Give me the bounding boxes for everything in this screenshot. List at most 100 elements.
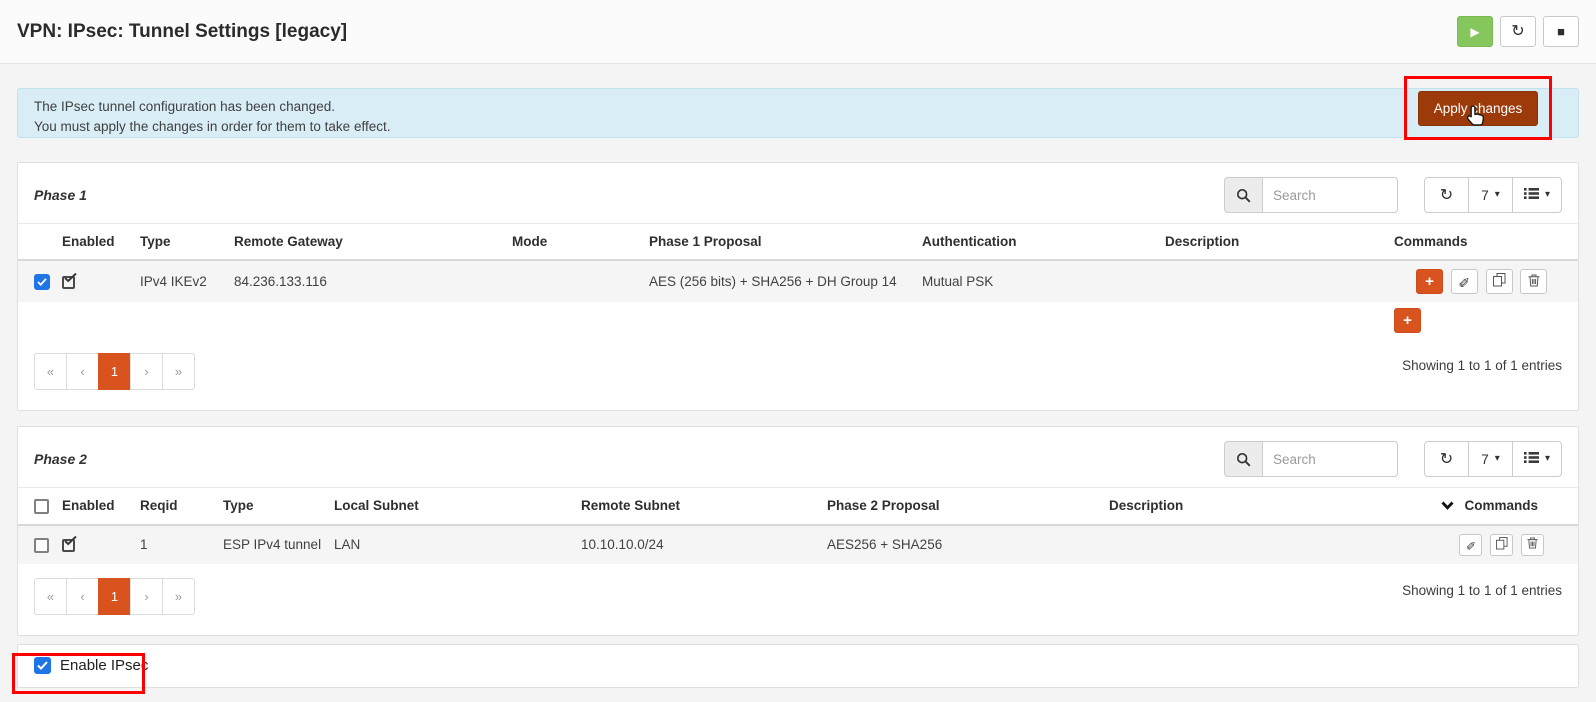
column-header-commands: Commands (1394, 223, 1578, 261)
page-size-value: 7 (1481, 187, 1489, 203)
phase1-table-controls: ↻ 7 ▾ ▾ (1423, 177, 1562, 213)
restart-icon: ↻ (1511, 22, 1525, 40)
phase1-columns-dropdown[interactable]: ▾ (1511, 177, 1562, 213)
phase2-panel: Phase 2 ↻ 7 ▾ (17, 426, 1579, 636)
phase2-page-1-button[interactable]: 1 (98, 577, 131, 615)
column-header-description: Description (1109, 487, 1431, 526)
column-header-type: Type (140, 223, 234, 261)
copy-icon (1492, 273, 1506, 290)
phase2-table: Enabled Reqid Type Local Subnet Remote S… (18, 487, 1578, 564)
column-header-phase1-proposal: Phase 1 Proposal (649, 223, 922, 261)
phase2-clone-button[interactable] (1490, 533, 1514, 556)
phase2-next-page-button[interactable]: › (130, 577, 163, 615)
refresh-icon: ↻ (1439, 187, 1454, 204)
phase2-table-row: 1 ESP IPv4 tunnel LAN 10.10.10.0/24 AES2… (18, 524, 1578, 564)
phase2-columns-dropdown[interactable]: ▾ (1511, 441, 1562, 477)
phase1-next-page-button[interactable]: › (130, 353, 163, 390)
phase2-cell-proposal: AES256 + SHA256 (827, 524, 1109, 564)
phase1-title: Phase 1 (34, 187, 87, 203)
phase1-cell-type: IPv4 IKEv2 (140, 260, 234, 302)
start-service-button[interactable]: ▶ (1457, 16, 1493, 47)
phase1-showing-entries: Showing 1 to 1 of 1 entries (1402, 358, 1562, 373)
column-header-authentication: Authentication (922, 223, 1165, 261)
phase2-title: Phase 2 (34, 451, 87, 467)
trash-icon (1527, 537, 1538, 552)
add-phase1-button[interactable]: + (1394, 308, 1421, 333)
phase2-edit-button[interactable]: ✎ (1459, 533, 1483, 556)
phase1-page-1-button[interactable]: 1 (98, 353, 131, 390)
page-size-value: 7 (1481, 451, 1489, 467)
column-header-enabled: Enabled (62, 487, 140, 526)
phase1-cell-remote-gateway: 84.236.133.116 (234, 260, 512, 302)
column-header-reqid: Reqid (140, 487, 223, 526)
phase1-last-page-button[interactable]: » (162, 353, 195, 390)
phase2-cell-reqid: 1 (140, 524, 223, 564)
phase1-table-row: IPv4 IKEv2 84.236.133.116 AES (256 bits)… (18, 260, 1578, 302)
caret-down-icon: ▾ (1544, 453, 1550, 464)
phase1-cell-mode (512, 260, 649, 302)
refresh-icon: ↻ (1439, 451, 1454, 468)
phase2-pagination: « ‹ 1 › » (34, 577, 195, 615)
caret-down-icon: ▾ (1494, 453, 1500, 464)
phase1-edit-button[interactable]: ✎ (1450, 269, 1478, 294)
apply-changes-button[interactable]: Apply changes (1417, 90, 1539, 126)
phase1-refresh-button[interactable]: ↻ (1423, 177, 1469, 213)
phase2-cell-type: ESP IPv4 tunnel (223, 524, 334, 564)
play-icon: ▶ (1470, 24, 1480, 39)
list-icon (1523, 451, 1539, 467)
column-header-mode: Mode (512, 223, 649, 261)
stop-service-button[interactable]: ■ (1543, 16, 1579, 47)
phase2-cell-local-subnet: LAN (334, 524, 581, 564)
phase1-cell-proposal: AES (256 bits) + SHA256 + DH Group 14 (649, 260, 922, 302)
search-icon (1223, 441, 1262, 477)
phase2-delete-button[interactable] (1521, 533, 1544, 556)
phase2-refresh-button[interactable]: ↻ (1423, 441, 1469, 477)
phase2-prev-page-button[interactable]: ‹ (66, 577, 99, 615)
page-title: VPN: IPsec: Tunnel Settings [legacy] (17, 20, 348, 42)
phase2-cell-description (1109, 524, 1431, 564)
phase1-first-page-button[interactable]: « (34, 353, 67, 390)
phase1-page-size-dropdown[interactable]: 7 ▾ (1467, 177, 1513, 213)
column-header-phase2-proposal: Phase 2 Proposal (827, 487, 1109, 526)
config-change-alert: The IPsec tunnel configuration has been … (17, 76, 1579, 140)
phase1-search-group (1223, 177, 1398, 213)
phase1-prev-page-button[interactable]: ‹ (66, 353, 99, 390)
apply-changes-highlight-box: Apply changes (1404, 76, 1552, 140)
phase1-select-column-header (18, 223, 62, 261)
phase1-enabled-checkbox[interactable] (62, 272, 77, 289)
column-header-remote-gateway: Remote Gateway (234, 223, 512, 261)
list-icon (1523, 187, 1539, 203)
stop-icon: ■ (1557, 24, 1565, 39)
phase2-row-select-checkbox[interactable] (34, 537, 49, 553)
phase1-cell-description (1165, 260, 1394, 302)
trash-icon (1528, 274, 1540, 290)
phase1-clone-button[interactable] (1485, 269, 1513, 294)
collapse-all-chevron-icon[interactable] (1441, 498, 1455, 513)
phase2-enabled-checkbox[interactable] (62, 536, 77, 553)
phase1-delete-button[interactable] (1520, 269, 1548, 294)
phase2-showing-entries: Showing 1 to 1 of 1 entries (1402, 582, 1562, 598)
phase1-table-footer-row: + (18, 302, 1578, 339)
column-header-enabled: Enabled (62, 223, 140, 261)
column-header-type: Type (223, 487, 334, 526)
phase1-table: Enabled Type Remote Gateway Mode Phase 1… (18, 223, 1578, 339)
plus-icon: + (1403, 312, 1412, 329)
alert-line-2: You must apply the changes in order for … (34, 118, 391, 134)
caret-down-icon: ▾ (1494, 189, 1500, 200)
copy-icon (1495, 536, 1508, 553)
phase2-search-input[interactable] (1261, 441, 1398, 477)
phase1-pagination: « ‹ 1 › » (34, 353, 195, 390)
phase2-table-controls: ↻ 7 ▾ ▾ (1423, 441, 1562, 477)
phase1-panel: Phase 1 ↻ 7 ▾ (17, 162, 1579, 411)
column-header-local-subnet: Local Subnet (334, 487, 581, 526)
phase2-select-all-checkbox[interactable] (34, 498, 49, 514)
phase1-add-child-button[interactable]: + (1416, 269, 1443, 294)
caret-down-icon: ▾ (1544, 189, 1550, 200)
restart-service-button[interactable]: ↻ (1500, 16, 1536, 47)
phase1-search-input[interactable] (1261, 177, 1398, 213)
phase2-page-size-dropdown[interactable]: 7 ▾ (1467, 441, 1513, 477)
phase1-row-select-checkbox[interactable] (34, 273, 50, 290)
enable-ipsec-panel: Enable IPsec (12, 643, 1579, 694)
phase2-first-page-button[interactable]: « (34, 577, 67, 615)
phase2-last-page-button[interactable]: » (162, 577, 195, 615)
